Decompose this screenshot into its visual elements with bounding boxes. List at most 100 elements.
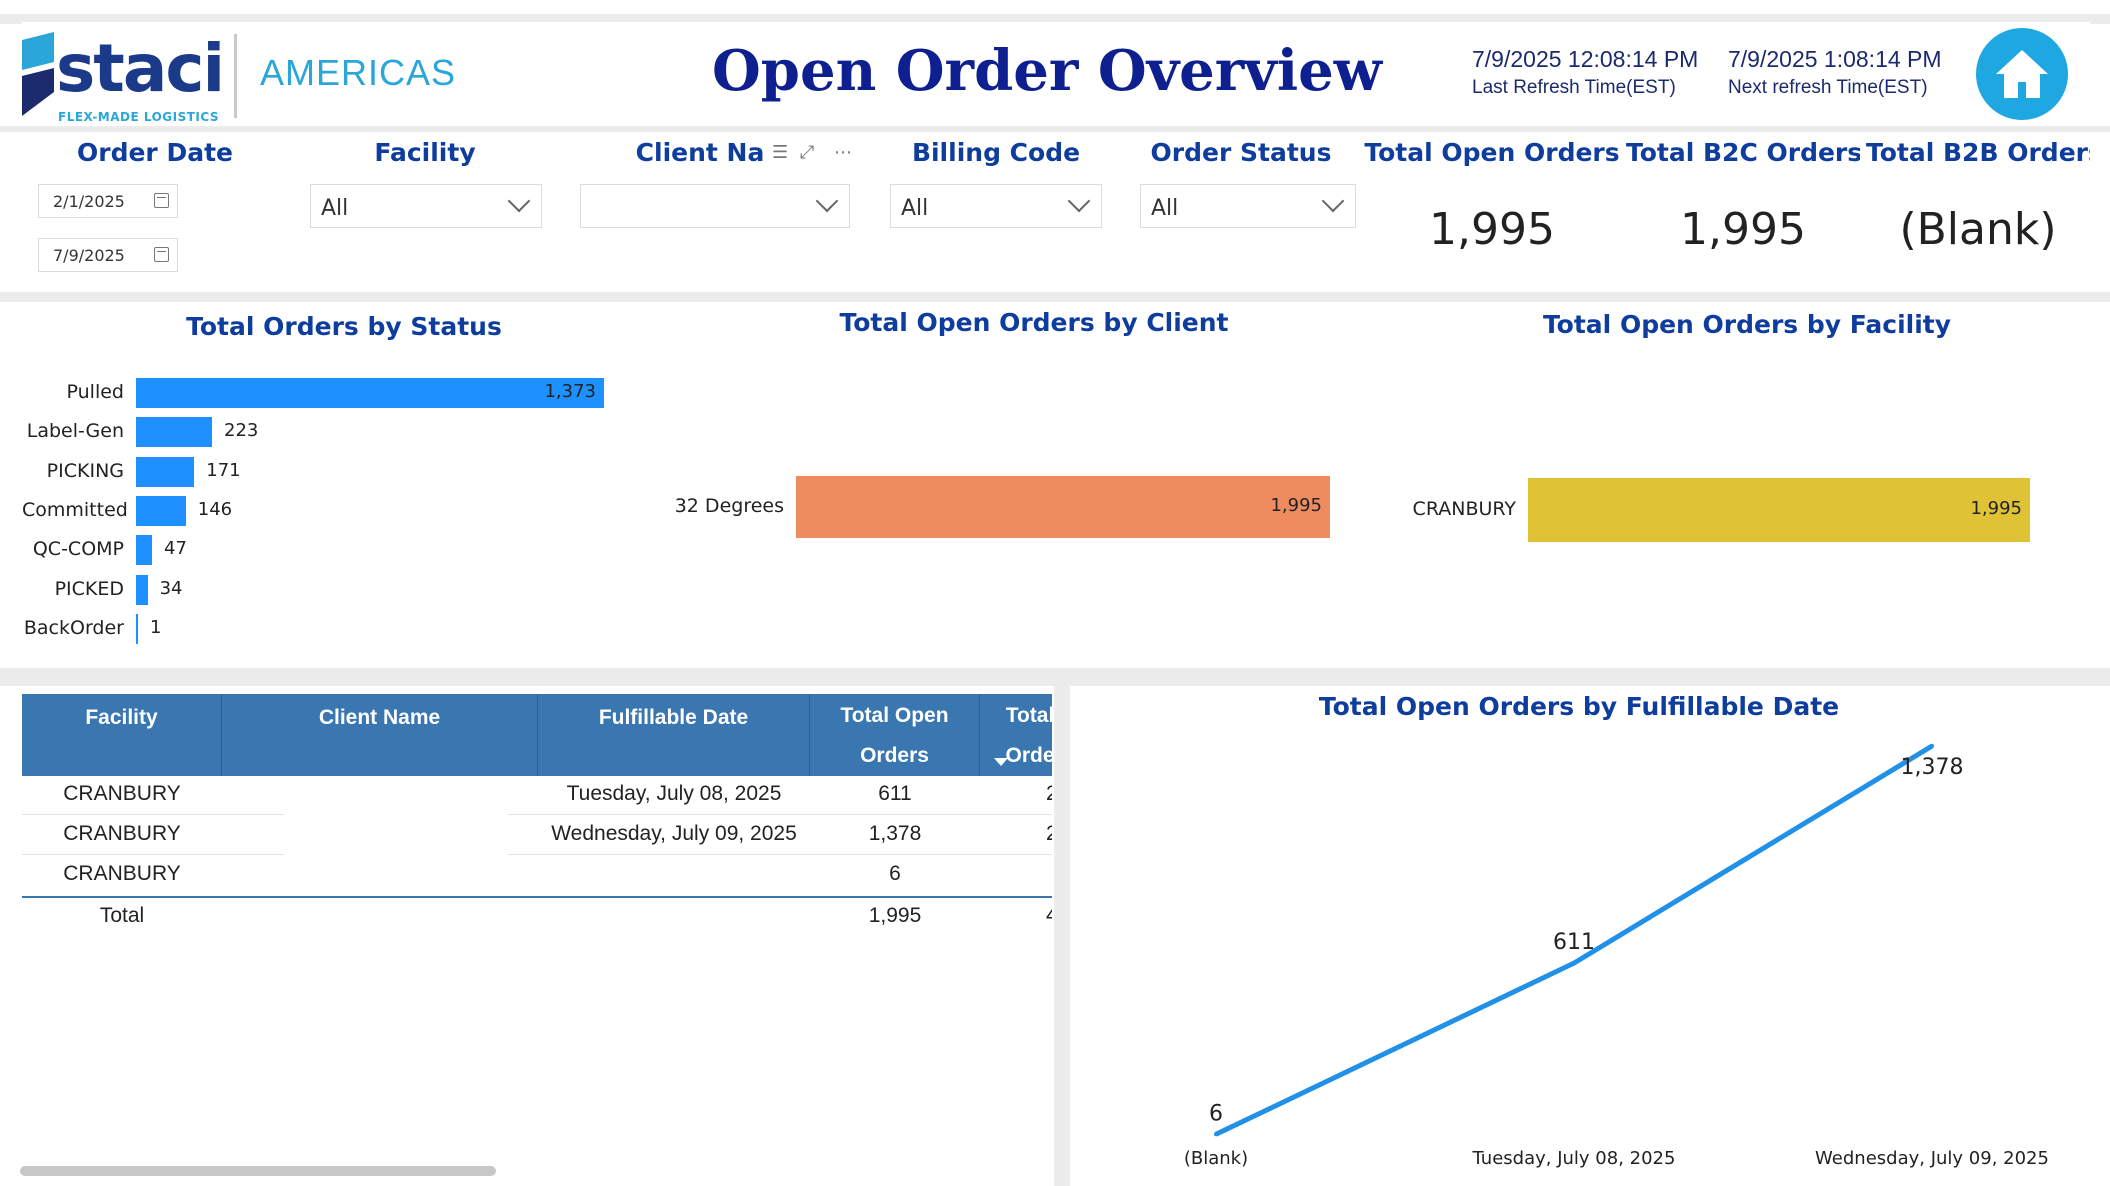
cell-facility: CRANBURY bbox=[63, 862, 181, 885]
client-name-filter: Client Na ☰ ⤢ ⋯ bbox=[564, 132, 866, 292]
kpi-title: Total B2C Orders bbox=[1626, 138, 1860, 167]
bar bbox=[1528, 478, 2030, 542]
cell-date: Tuesday, July 08, 2025 bbox=[566, 782, 782, 805]
more-options-icon[interactable]: ⋯ bbox=[834, 142, 852, 163]
bar-value: 1,995 bbox=[1970, 498, 2022, 519]
column-header-client-name[interactable]: Client Name bbox=[222, 694, 538, 776]
filter-icon[interactable]: ☰ bbox=[772, 142, 788, 163]
chevron-down-icon bbox=[815, 189, 839, 213]
data-point bbox=[1214, 1132, 1218, 1137]
column-header-fulfillable-date[interactable]: Fulfillable Date bbox=[538, 694, 810, 776]
row-divider bbox=[22, 854, 284, 855]
table-row: CRANBURY Wednesday, July 09, 2025 1,378 2 bbox=[22, 822, 1052, 862]
bar-label: 32 Degrees bbox=[674, 495, 784, 517]
kpi-total-b2c-orders: Total B2C Orders 1,995 bbox=[1626, 132, 1860, 292]
cell-date: Wednesday, July 09, 2025 bbox=[551, 822, 797, 845]
header-bar: staci FLEX-MADE LOGISTICS AMERICAS Open … bbox=[22, 22, 2090, 126]
logo-word: staci bbox=[56, 30, 225, 107]
cell-facility: CRANBURY bbox=[63, 782, 181, 805]
facility-filter-title: Facility bbox=[374, 138, 476, 167]
bar bbox=[136, 378, 604, 408]
calendar-icon[interactable] bbox=[154, 247, 169, 262]
staci-logo: staci FLEX-MADE LOGISTICS bbox=[22, 30, 232, 127]
logo-divider bbox=[234, 34, 237, 118]
facility-chart-title: Total Open Orders by Facility bbox=[1542, 310, 1952, 339]
client-name-dropdown[interactable] bbox=[580, 184, 850, 228]
bar-value: 1,995 bbox=[1270, 495, 1322, 516]
bar-value: 47 bbox=[164, 538, 187, 560]
kpi-title: Total B2B Orders bbox=[1866, 138, 2090, 167]
bar-value: 34 bbox=[159, 577, 183, 599]
next-refresh-label: Next refresh Time(EST) bbox=[1728, 77, 1928, 98]
focus-mode-icon[interactable]: ⤢ bbox=[800, 142, 814, 163]
next-refresh: 7/9/2025 1:08:14 PM Next refresh Time(ES… bbox=[1728, 46, 1942, 99]
last-refresh-label: Last Refresh Time(EST) bbox=[1472, 77, 1676, 98]
page-title: Open Order Overview bbox=[712, 38, 1382, 104]
next-refresh-time: 7/9/2025 1:08:14 PM bbox=[1728, 46, 1942, 72]
start-date-input[interactable]: 2/1/2025 bbox=[38, 184, 178, 218]
bar bbox=[136, 495, 186, 526]
line-chart: 6 (Blank) 611 Tuesday, July 08, 2025 1,378 We… bbox=[1184, 743, 2049, 1169]
client-chart-title: Total Open Orders by Client bbox=[839, 308, 1229, 337]
order-status-filter-title: Order Status bbox=[1150, 138, 1332, 167]
status-chart-panel: Total Orders by Status Pulled 1,373 Label-… bbox=[22, 306, 666, 668]
chevron-down-icon bbox=[1321, 189, 1345, 213]
billing-code-dropdown-value: All bbox=[901, 196, 929, 221]
column-header-facility[interactable]: Facility bbox=[22, 694, 222, 776]
sort-descending-icon[interactable] bbox=[994, 758, 1008, 766]
x-tick-label: Wednesday, July 09, 2025 bbox=[1815, 1148, 2049, 1169]
last-refresh-time: 7/9/2025 12:08:14 PM bbox=[1472, 46, 1699, 72]
bar-value: 1 bbox=[150, 616, 162, 638]
home-icon bbox=[1996, 50, 2048, 98]
kpi-value: (Blank) bbox=[1899, 204, 2057, 255]
home-button[interactable] bbox=[1976, 28, 2068, 120]
x-tick-label: (Blank) bbox=[1184, 1148, 1248, 1169]
logo-mark-icon bbox=[22, 32, 54, 116]
chevron-down-icon bbox=[507, 189, 531, 213]
billing-code-filter: Billing Code All bbox=[874, 132, 1118, 292]
status-chart-title: Total Orders by Status bbox=[186, 312, 502, 341]
billing-code-dropdown[interactable]: All bbox=[890, 184, 1102, 228]
order-date-title: Order Date bbox=[77, 138, 233, 167]
bar-value: 223 bbox=[224, 420, 259, 442]
last-refresh: 7/9/2025 12:08:14 PM Last Refresh Time(E… bbox=[1472, 46, 1698, 99]
kpi-total-b2b-orders: Total B2B Orders (Blank) bbox=[1866, 132, 2090, 292]
total-open-orders: 1,995 bbox=[868, 904, 922, 927]
visual-header-icons: ☰ ⤢ ⋯ bbox=[772, 142, 852, 163]
horizontal-scrollbar[interactable] bbox=[20, 1166, 496, 1176]
divider bbox=[0, 668, 2110, 686]
bar-label: CRANBURY bbox=[1412, 498, 1516, 520]
bar-value: 1,373 bbox=[544, 381, 596, 402]
data-label: 611 bbox=[1553, 930, 1595, 955]
total-divider bbox=[22, 896, 1052, 898]
divider bbox=[0, 292, 2110, 302]
bar-label: PICKING bbox=[46, 459, 124, 482]
bar bbox=[136, 574, 148, 605]
calendar-icon[interactable] bbox=[154, 193, 169, 208]
bar bbox=[136, 613, 138, 644]
table-row: CRANBURY Tuesday, July 08, 2025 611 2 bbox=[22, 782, 1052, 822]
column-header-total-orders[interactable]: Total Orde bbox=[980, 694, 1052, 776]
row-divider bbox=[22, 814, 284, 815]
end-date-input[interactable]: 7/9/2025 bbox=[38, 238, 178, 272]
cell-facility: CRANBURY bbox=[63, 822, 181, 845]
client-chart-panel: Total Open Orders by Client 32 Degrees 1,… bbox=[672, 302, 1396, 668]
order-status-dropdown[interactable]: All bbox=[1140, 184, 1356, 228]
logo-tagline: FLEX-MADE LOGISTICS bbox=[58, 110, 220, 124]
kpi-total-open-orders: Total Open Orders 1,995 bbox=[1364, 132, 1620, 292]
order-date-filter: Order Date 2/1/2025 7/9/2025 bbox=[22, 132, 288, 292]
total-label: Total bbox=[99, 904, 145, 927]
orders-table: Facility Client Name Fulfillable Date To… bbox=[22, 694, 1052, 1176]
column-header-total-open-orders[interactable]: Total Open Orders bbox=[810, 694, 980, 776]
start-date-value: 2/1/2025 bbox=[53, 192, 125, 211]
total-orders: 4 bbox=[1046, 904, 1052, 927]
bar-label: BackOrder bbox=[23, 616, 124, 639]
bar-value: 146 bbox=[197, 498, 233, 520]
bar bbox=[136, 456, 195, 487]
facility-dropdown[interactable]: All bbox=[310, 184, 542, 228]
data-point bbox=[1572, 961, 1576, 966]
cell-total-orders: 2 bbox=[1046, 782, 1052, 805]
bar bbox=[796, 476, 1330, 538]
x-tick-label: Tuesday, July 08, 2025 bbox=[1472, 1148, 1676, 1169]
bar bbox=[136, 535, 153, 566]
